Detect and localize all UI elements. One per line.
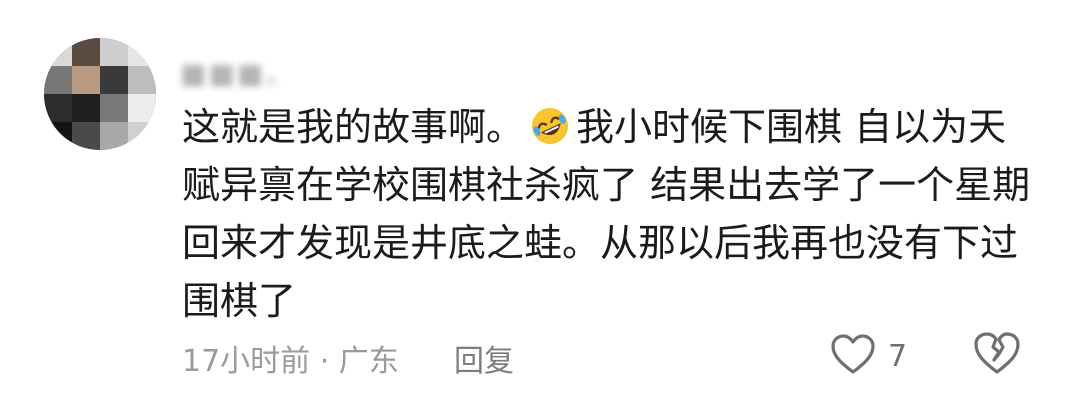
dislike-button[interactable]: [972, 330, 1024, 382]
like-button[interactable]: 7: [830, 330, 907, 382]
time-location: 17小时前 · 广东: [182, 344, 399, 379]
avatar[interactable]: [44, 38, 156, 150]
comment-body: 这就是我的故事啊。 我小时候下围棋 自以为天赋异禀在学校围棋社杀疯了 结果出去学…: [182, 98, 1032, 330]
like-count: 7: [888, 338, 908, 374]
comment-item: ■■■。 这就是我的故事啊。 我小时候下围棋 自以为天赋异禀在学校围棋社杀疯了 …: [0, 0, 1077, 406]
comment-text-part-a: 这就是我的故事啊。: [182, 105, 525, 149]
reply-button[interactable]: 回复: [454, 334, 514, 382]
heart-icon: [830, 333, 876, 379]
broken-heart-icon: [972, 332, 1022, 380]
laughing-emoji-icon: [530, 104, 570, 144]
username[interactable]: ■■■。: [180, 52, 295, 92]
